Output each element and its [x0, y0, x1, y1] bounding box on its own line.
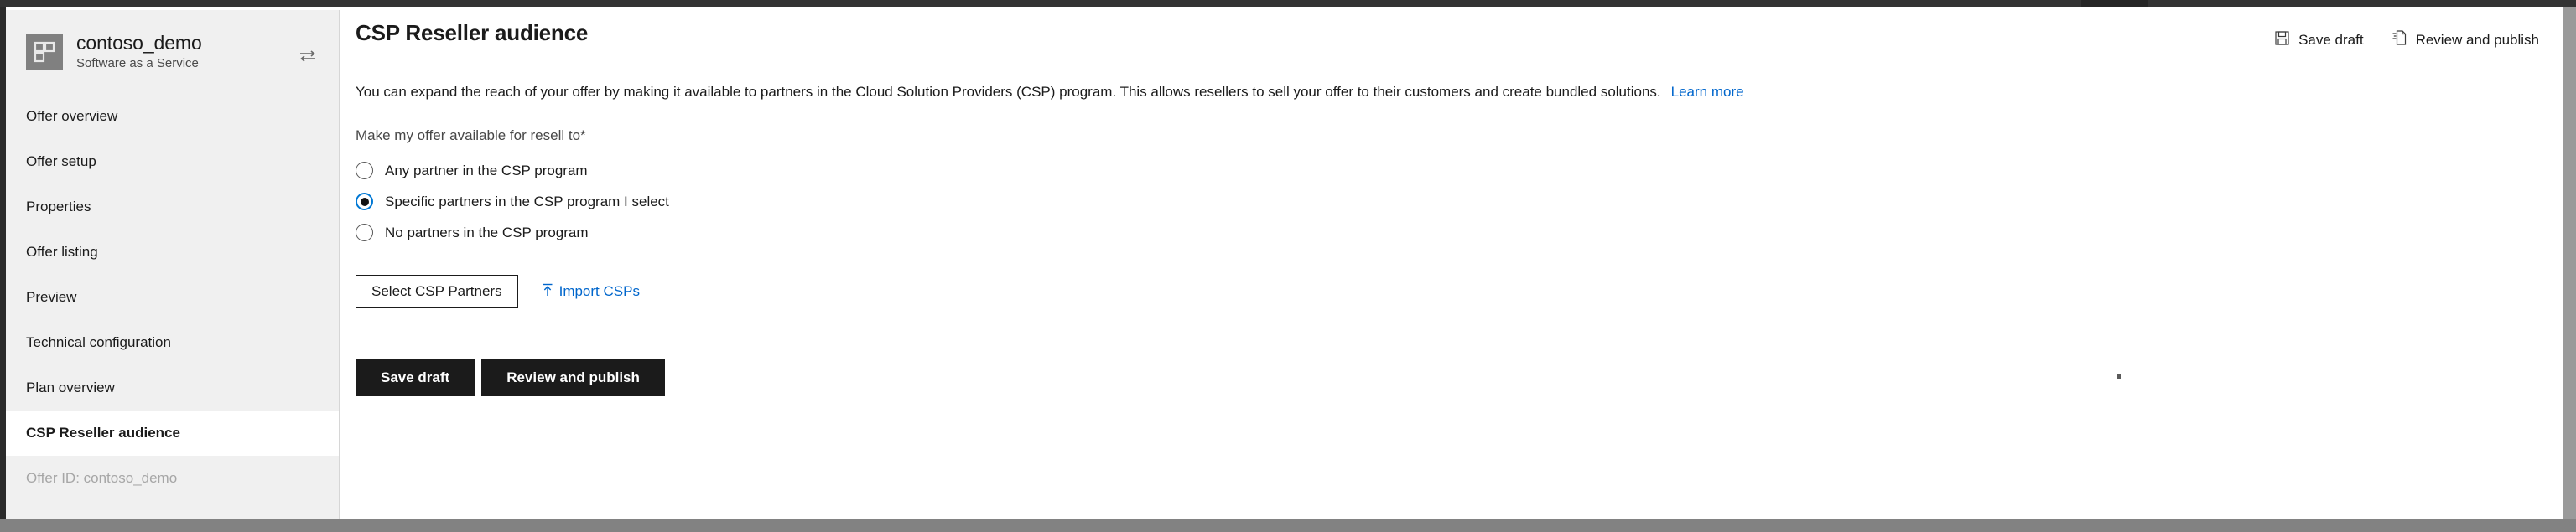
sidebar-item-technical-configuration[interactable]: Technical configuration	[6, 320, 339, 365]
radio-option-any-partner[interactable]: Any partner in the CSP program	[356, 155, 2559, 186]
app-tile-icon	[26, 34, 63, 70]
window-frame-left	[0, 7, 6, 519]
sidebar-item-offer-overview[interactable]: Offer overview	[6, 94, 339, 139]
header-review-publish-button[interactable]: Review and publish	[2392, 30, 2539, 49]
sidebar-item-csp-reseller-audience[interactable]: CSP Reseller audience	[6, 411, 339, 456]
page-title: CSP Reseller audience	[356, 20, 589, 45]
window-chrome-active-tab-strip	[2081, 0, 2148, 7]
main-content: CSP Reseller audience Save draft Review …	[340, 7, 2559, 519]
form-body: You can expand the reach of your offer b…	[340, 82, 2559, 396]
sidebar-nav: Offer overview Offer setup Properties Of…	[6, 94, 339, 501]
window-frame-bottom	[0, 519, 2576, 532]
publish-document-icon	[2392, 30, 2407, 49]
sidebar-item-offer-listing[interactable]: Offer listing	[6, 230, 339, 275]
radio-option-label: Specific partners in the CSP program I s…	[385, 193, 669, 209]
sidebar-brand-title: contoso_demo	[76, 32, 202, 54]
save-icon	[2275, 30, 2289, 49]
window-chrome-strip	[0, 0, 2576, 7]
header-save-draft-button[interactable]: Save draft	[2275, 30, 2364, 49]
select-csp-partners-button[interactable]: Select CSP Partners	[356, 275, 518, 308]
sidebar-item-label: Preview	[26, 289, 77, 305]
radio-button-unchecked-icon[interactable]	[356, 162, 373, 179]
radio-option-no-partners[interactable]: No partners in the CSP program	[356, 217, 2559, 248]
learn-more-link[interactable]: Learn more	[1671, 84, 1744, 100]
radio-button-unchecked-icon[interactable]	[356, 224, 373, 241]
save-draft-button[interactable]: Save draft	[356, 359, 475, 396]
sidebar-item-offer-setup[interactable]: Offer setup	[6, 139, 339, 184]
sidebar-item-label: Technical configuration	[26, 334, 171, 350]
resell-radio-group: Any partner in the CSP program Specific …	[356, 155, 2559, 248]
upload-icon	[542, 283, 553, 301]
header-actions: Save draft Review and publish	[2275, 30, 2539, 49]
page-header: CSP Reseller audience Save draft Review …	[340, 7, 2559, 60]
footer-actions: Save draft Review and publish	[356, 359, 2559, 396]
sidebar-brand: contoso_demo Software as a Service	[6, 10, 339, 72]
sidebar-item-label: CSP Reseller audience	[26, 425, 180, 441]
header-save-draft-label: Save draft	[2298, 31, 2364, 48]
resell-field-label: Make my offer available for resell to*	[356, 127, 586, 143]
radio-option-label: Any partner in the CSP program	[385, 162, 588, 178]
sidebar: contoso_demo Software as a Service Offer…	[6, 10, 340, 519]
import-csps-button[interactable]: Import CSPs	[542, 283, 640, 301]
sidebar-item-label: Properties	[26, 199, 91, 214]
sidebar-item-plan-overview[interactable]: Plan overview	[6, 365, 339, 411]
swap-arrows-icon[interactable]	[299, 49, 317, 64]
radio-option-label: No partners in the CSP program	[385, 224, 589, 240]
sidebar-item-label: Offer listing	[26, 244, 98, 260]
sidebar-offer-id: Offer ID: contoso_demo	[6, 456, 339, 501]
app-window: contoso_demo Software as a Service Offer…	[0, 0, 2576, 532]
sidebar-offer-id-label: Offer ID: contoso_demo	[26, 470, 178, 486]
sidebar-item-label: Offer setup	[26, 153, 96, 169]
sidebar-item-properties[interactable]: Properties	[6, 184, 339, 230]
review-and-publish-button[interactable]: Review and publish	[481, 359, 665, 396]
vertical-scrollbar[interactable]	[2563, 7, 2576, 519]
sidebar-item-label: Offer overview	[26, 108, 118, 124]
page-description: You can expand the reach of your offer b…	[356, 82, 2559, 102]
page-description-text: You can expand the reach of your offer b…	[356, 84, 1661, 100]
import-csps-label: Import CSPs	[558, 283, 640, 299]
render-artifact-dot	[2117, 374, 2121, 379]
sidebar-brand-subtitle: Software as a Service	[76, 56, 199, 70]
header-review-publish-label: Review and publish	[2415, 31, 2539, 48]
sidebar-brand-text: contoso_demo Software as a Service	[76, 31, 202, 72]
partner-actions-row: Select CSP Partners Import CSPs	[356, 275, 2559, 308]
sidebar-item-preview[interactable]: Preview	[6, 275, 339, 320]
sidebar-item-label: Plan overview	[26, 380, 115, 395]
radio-button-checked-icon[interactable]	[356, 193, 373, 210]
radio-option-specific-partners[interactable]: Specific partners in the CSP program I s…	[356, 186, 2559, 217]
